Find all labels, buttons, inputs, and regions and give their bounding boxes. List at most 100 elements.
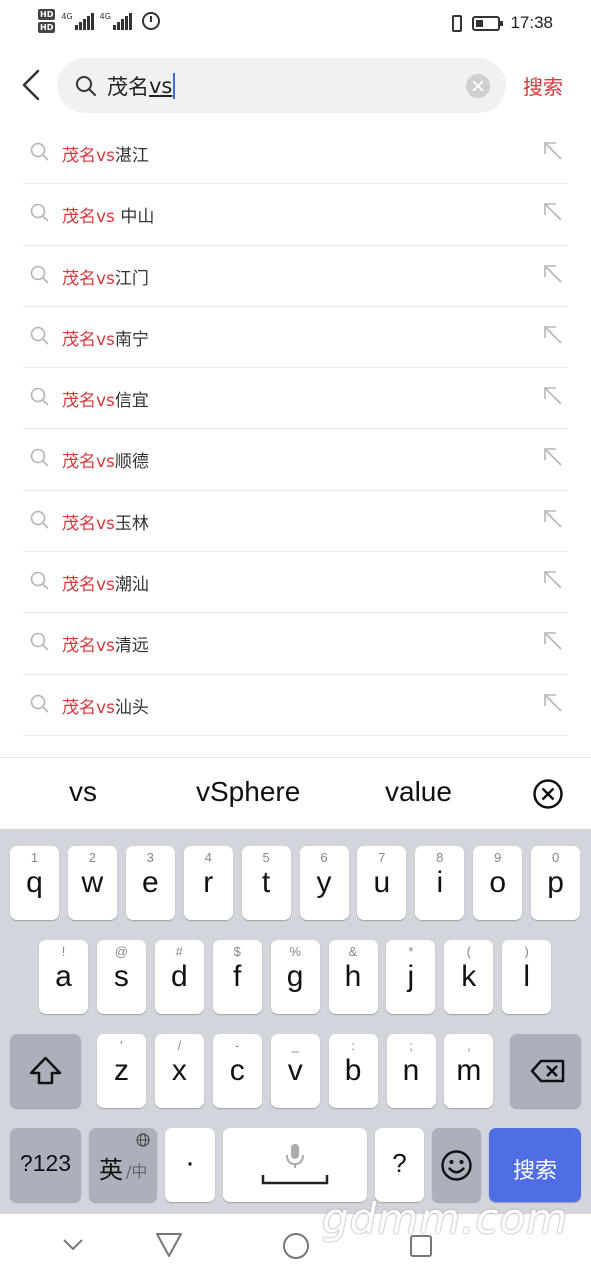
clear-icon[interactable] xyxy=(466,74,490,98)
fill-query-arrow-icon[interactable] xyxy=(542,446,564,468)
suggestion-text: 茂名vs潮汕 xyxy=(62,570,149,595)
key-o[interactable]: 9o xyxy=(473,846,523,920)
keyboard-search-key[interactable]: 搜索 xyxy=(489,1128,581,1202)
fill-query-arrow-icon[interactable] xyxy=(542,630,564,652)
key-r[interactable]: 4r xyxy=(183,846,233,920)
search-icon xyxy=(30,449,49,467)
fill-query-arrow-icon[interactable] xyxy=(542,201,564,223)
suggestion-row[interactable]: 茂名vs湛江 xyxy=(23,123,568,185)
key-e[interactable]: 3e xyxy=(125,846,175,920)
key-j[interactable]: * j xyxy=(386,940,436,1014)
key-u[interactable]: 7u xyxy=(357,846,407,920)
suggestion-row[interactable]: 茂名vs汕头 xyxy=(23,675,568,736)
suggestion-row[interactable]: 茂名vs清远 xyxy=(23,613,568,675)
back-nav-icon[interactable] xyxy=(155,1232,183,1258)
home-nav-icon[interactable] xyxy=(282,1232,310,1260)
backspace-key[interactable] xyxy=(510,1034,581,1108)
search-query: 茂名 vs xyxy=(107,71,176,101)
key-w[interactable]: 2w xyxy=(67,846,117,920)
suggestion-row[interactable]: 茂名vs江门 xyxy=(23,246,568,307)
key-secondary-label: ( xyxy=(466,944,471,959)
key-d[interactable]: # d xyxy=(154,940,204,1014)
key-label: k xyxy=(461,960,477,993)
suggestion-row[interactable]: 茂名vs顺德 xyxy=(23,429,568,491)
key-label: x xyxy=(171,1054,187,1087)
search-submit-button[interactable]: 搜索 xyxy=(523,71,563,100)
key-secondary-label: 7 xyxy=(378,850,386,865)
key-b[interactable]: :b xyxy=(328,1034,378,1108)
key-secondary-label: * xyxy=(408,944,414,959)
back-button[interactable] xyxy=(18,68,48,102)
key-h[interactable]: & h xyxy=(328,940,378,1014)
key-secondary-label: 4 xyxy=(204,850,212,865)
key-n[interactable]: ; n xyxy=(386,1034,436,1108)
key-label: v xyxy=(287,1054,303,1087)
fill-query-arrow-icon[interactable] xyxy=(542,508,564,530)
key-v[interactable]: _ v xyxy=(270,1034,320,1108)
suggestion-text: 茂名vs清远 xyxy=(62,631,149,656)
key-l[interactable]: ) l xyxy=(502,940,552,1014)
suggestion-row[interactable]: 茂名vs 中山 xyxy=(23,184,568,246)
suggestion-row[interactable]: 茂名vs信宜 xyxy=(23,368,568,430)
key-label: t xyxy=(261,866,271,899)
key-secondary-label: 5 xyxy=(262,850,270,865)
keyboard-search-label: 搜索 xyxy=(512,1159,557,1184)
question-key[interactable]: ? xyxy=(375,1128,424,1202)
key-p[interactable]: 0p xyxy=(531,846,581,920)
fill-query-arrow-icon[interactable] xyxy=(542,569,564,591)
space-key[interactable] xyxy=(223,1128,367,1202)
key-label: l xyxy=(523,960,531,993)
suggestion-text: 茂名vs南宁 xyxy=(62,325,149,350)
key-c[interactable]: -c xyxy=(212,1034,262,1108)
key-label: p xyxy=(547,866,564,899)
key-m[interactable]: ,m xyxy=(444,1034,494,1108)
key-label: f xyxy=(233,960,242,993)
dot-key[interactable]: · xyxy=(165,1128,215,1202)
suggestion-row[interactable]: 茂名vs玉林 xyxy=(23,491,568,553)
key-x[interactable]: / x xyxy=(154,1034,204,1108)
key-a[interactable]: ! a xyxy=(39,940,88,1014)
key-secondary-label: 3 xyxy=(146,850,154,865)
symbols-key[interactable]: ?123 xyxy=(10,1128,81,1202)
search-icon xyxy=(76,76,96,96)
fill-query-arrow-icon[interactable] xyxy=(542,324,564,346)
fill-query-arrow-icon[interactable] xyxy=(542,263,564,285)
key-g[interactable]: % g xyxy=(270,940,320,1014)
hide-keyboard-icon[interactable] xyxy=(62,1238,84,1252)
suggestion-row[interactable]: 茂名vs潮汕 xyxy=(23,552,568,614)
symbols-key-label: ?123 xyxy=(19,1150,72,1176)
fill-query-arrow-icon[interactable] xyxy=(542,385,564,407)
key-s[interactable]: @ s xyxy=(96,940,146,1014)
candidate-close-icon[interactable] xyxy=(532,778,564,810)
ime-candidate-bar: vs vSphere value xyxy=(0,757,591,830)
key-y[interactable]: 6y xyxy=(299,846,349,920)
key-secondary-label: ) xyxy=(524,944,529,959)
suggestion-rest: 顺德 xyxy=(114,452,149,473)
key-label: q xyxy=(26,866,43,899)
key-i[interactable]: 8i xyxy=(415,846,465,920)
suggestion-text: 茂名vs汕头 xyxy=(62,693,149,718)
language-switch-key[interactable]: 英/中 xyxy=(89,1128,157,1202)
key-secondary-label: 2 xyxy=(88,850,96,865)
shift-key[interactable] xyxy=(10,1034,81,1108)
candidate-3[interactable]: value xyxy=(385,776,452,808)
text-caret xyxy=(173,73,176,99)
fill-query-arrow-icon[interactable] xyxy=(542,692,564,714)
fill-query-arrow-icon[interactable] xyxy=(542,140,564,162)
candidate-2[interactable]: vSphere xyxy=(196,776,300,808)
key-z[interactable]: ' z xyxy=(97,1034,146,1108)
key-k[interactable]: (k xyxy=(444,940,494,1014)
key-secondary-label: 6 xyxy=(320,850,328,865)
emoji-key[interactable] xyxy=(432,1128,481,1202)
suggestion-text: 茂名vs顺德 xyxy=(62,447,149,472)
candidate-1[interactable]: vs xyxy=(69,776,97,808)
key-label: s xyxy=(113,960,129,993)
suggestion-row[interactable]: 茂名vs南宁 xyxy=(23,307,568,369)
suggestion-highlight: 茂名vs xyxy=(62,636,115,657)
key-f[interactable]: $ f xyxy=(212,940,262,1014)
search-icon xyxy=(30,265,49,283)
key-t[interactable]: 5t xyxy=(241,846,291,920)
sim1-hd-badge: HD xyxy=(38,9,56,20)
search-input[interactable]: 茂名 vs xyxy=(57,58,506,113)
key-q[interactable]: 1q xyxy=(10,846,59,920)
